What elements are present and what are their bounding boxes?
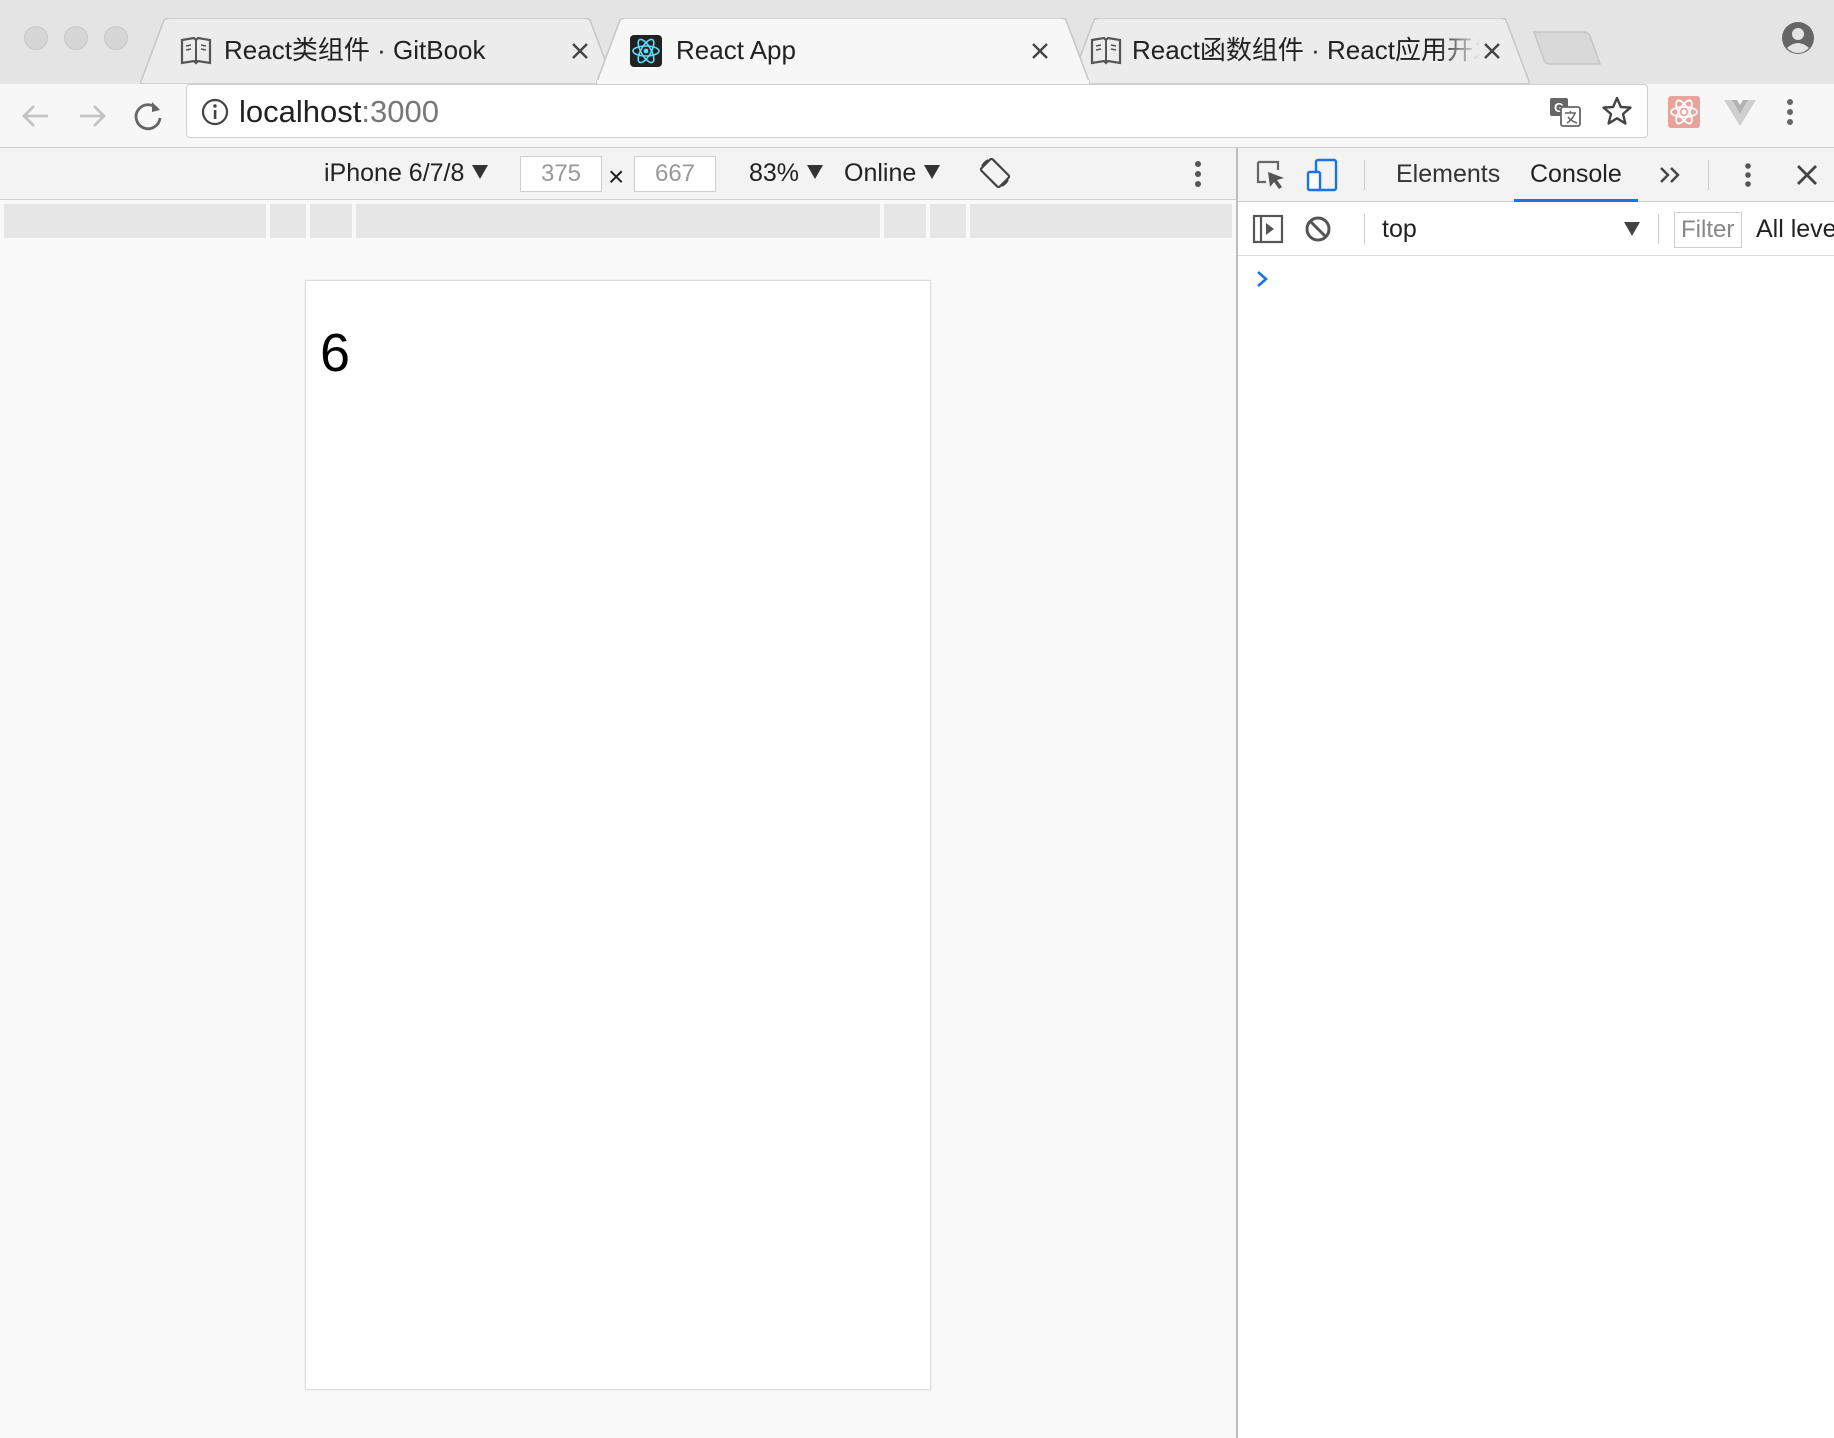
close-icon[interactable] bbox=[1028, 39, 1052, 63]
window-zoom-button[interactable] bbox=[104, 26, 128, 50]
media-query-bar[interactable] bbox=[356, 204, 880, 238]
window-minimize-button[interactable] bbox=[64, 26, 88, 50]
url-port: :3000 bbox=[361, 94, 439, 129]
browser-menu-icon[interactable] bbox=[1780, 94, 1800, 130]
close-icon[interactable] bbox=[568, 39, 592, 63]
tab-gitbook-function[interactable]: React函数组件 · React应用开发 bbox=[1070, 18, 1530, 84]
tab-title: React类组件 · GitBook bbox=[224, 35, 486, 65]
forward-arrow-icon[interactable] bbox=[74, 98, 110, 134]
media-query-bar[interactable] bbox=[270, 204, 306, 238]
toolbar-divider bbox=[1364, 160, 1365, 190]
console-toolbar: top Filter All leve bbox=[1238, 202, 1834, 256]
tab-title: React App bbox=[676, 35, 796, 65]
info-icon[interactable] bbox=[201, 98, 229, 126]
toolbar-divider bbox=[1364, 214, 1365, 244]
reload-icon[interactable] bbox=[130, 98, 166, 134]
viewport-height-input[interactable] bbox=[634, 156, 716, 192]
devtools-menu-icon[interactable] bbox=[1738, 158, 1758, 192]
tab-console[interactable]: Console bbox=[1514, 148, 1638, 202]
new-tab-button[interactable] bbox=[1532, 30, 1602, 66]
caret-down-icon bbox=[807, 165, 824, 179]
react-devtools-extension-icon[interactable] bbox=[1666, 94, 1702, 130]
react-logo-icon bbox=[630, 35, 662, 67]
url-text: localhost:3000 bbox=[239, 94, 439, 130]
caret-down-icon bbox=[924, 165, 941, 179]
zoom-value: 83% bbox=[749, 159, 800, 187]
device-select[interactable]: iPhone 6/7/8 bbox=[324, 158, 489, 188]
dimension-separator: × bbox=[608, 161, 625, 192]
tab-strip: React类组件 · GitBook React函数组件 · React应用开发 bbox=[0, 0, 1834, 84]
more-tabs-chevron-icon[interactable] bbox=[1658, 160, 1684, 190]
bookmark-star-icon[interactable] bbox=[1601, 95, 1633, 127]
media-query-bar[interactable] bbox=[970, 204, 1232, 238]
address-bar[interactable]: localhost:3000 G bbox=[186, 84, 1648, 138]
network-value: Online bbox=[844, 159, 917, 187]
tab-gitbook-class[interactable]: React类组件 · GitBook bbox=[140, 18, 614, 84]
tab-title: React函数组件 · React应用开发 bbox=[1132, 35, 1480, 65]
sidebar-toggle-icon[interactable] bbox=[1252, 213, 1284, 245]
translate-icon[interactable]: G bbox=[1549, 97, 1581, 127]
vue-devtools-extension-icon[interactable] bbox=[1722, 94, 1758, 130]
device-toolbar-toggle-icon[interactable] bbox=[1306, 158, 1340, 192]
rotate-icon[interactable] bbox=[978, 156, 1012, 190]
device-name: iPhone 6/7/8 bbox=[324, 159, 465, 187]
back-arrow-icon[interactable] bbox=[18, 98, 54, 134]
clear-console-icon[interactable] bbox=[1302, 213, 1334, 245]
inspect-element-icon[interactable] bbox=[1254, 158, 1288, 192]
caret-down-icon bbox=[472, 165, 489, 179]
window-close-button[interactable] bbox=[24, 26, 48, 50]
toolbar-divider bbox=[1658, 214, 1659, 244]
network-throttle-select[interactable]: Online bbox=[844, 158, 941, 188]
url-host: localhost bbox=[239, 94, 362, 129]
book-icon bbox=[180, 36, 212, 65]
counter-value: 6 bbox=[320, 323, 351, 383]
device-screen: 6 bbox=[305, 280, 931, 1390]
caret-down-icon bbox=[1624, 222, 1640, 236]
close-devtools-icon[interactable] bbox=[1792, 160, 1822, 190]
book-icon bbox=[1090, 36, 1122, 65]
viewport-width-input[interactable] bbox=[520, 156, 602, 192]
profile-icon[interactable] bbox=[1780, 20, 1816, 56]
execution-context-select[interactable]: top bbox=[1382, 214, 1417, 244]
zoom-select[interactable]: 83% bbox=[749, 158, 824, 188]
tab-react-app[interactable]: React App bbox=[596, 18, 1090, 84]
more-options-icon[interactable] bbox=[1186, 156, 1210, 192]
console-prompt-chevron-icon[interactable] bbox=[1254, 268, 1272, 290]
console-filter-input[interactable]: Filter bbox=[1674, 212, 1742, 248]
devtools-panel: Elements Console top Filter All leve bbox=[1236, 148, 1834, 1438]
browser-toolbar: localhost:3000 G bbox=[0, 84, 1834, 148]
tab-elements[interactable]: Elements bbox=[1396, 148, 1500, 202]
toolbar-divider bbox=[1708, 160, 1709, 190]
close-icon[interactable] bbox=[1480, 39, 1504, 63]
media-query-bar[interactable] bbox=[884, 204, 926, 238]
devtools-tabbar: Elements Console bbox=[1238, 148, 1834, 202]
media-query-bar[interactable] bbox=[310, 204, 352, 238]
media-query-bar[interactable] bbox=[930, 204, 966, 238]
log-levels-select[interactable]: All leve bbox=[1756, 214, 1834, 244]
media-query-bar[interactable] bbox=[4, 204, 266, 238]
device-toolbar: iPhone 6/7/8 × 83% Online bbox=[0, 148, 1237, 200]
